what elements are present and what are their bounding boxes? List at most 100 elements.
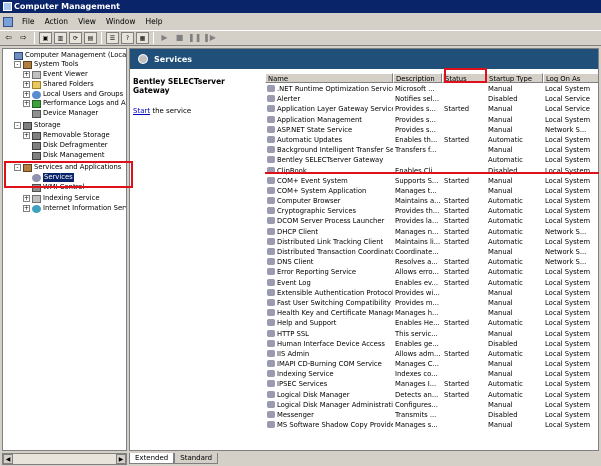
up-one-level-icon[interactable]: ▣	[39, 32, 52, 44]
tree-node[interactable]: + Performance Logs and Alerts	[23, 99, 126, 108]
service-row[interactable]: Application Layer Gateway Service Provide…	[265, 104, 598, 114]
start-service-link[interactable]: Start	[133, 107, 150, 115]
show-hide-tree-icon[interactable]: ▥	[54, 32, 67, 44]
service-logon-cell: Local System	[545, 166, 591, 175]
menu-action[interactable]: Action	[40, 17, 74, 26]
start-service-icon[interactable]: ▶	[158, 32, 171, 44]
service-row[interactable]: Application Management Provides s... Manua…	[265, 115, 598, 125]
service-row[interactable]: IMAPI CD-Burning COM Service Manages C...…	[265, 359, 598, 369]
collapse-icon[interactable]: -	[14, 122, 21, 129]
tree-node[interactable]: + Event Viewer	[23, 70, 88, 79]
column-header-startup-type[interactable]: Startup Type	[486, 73, 543, 83]
service-row[interactable]: DNS Client Resolves a... Started Automatic N…	[265, 257, 598, 267]
service-row[interactable]: ASP.NET State Service Provides s... Manual…	[265, 125, 598, 135]
service-row[interactable]: ClipBook Enables Cli... Disabled Local Syst…	[265, 166, 598, 176]
restart-service-icon[interactable]: ❚▶	[203, 32, 216, 44]
service-row[interactable]: IIS Admin Allows adm... Started Automatic Lo…	[265, 349, 598, 359]
tree-node[interactable]: - Storage	[14, 121, 61, 130]
help-icon[interactable]: ?	[121, 32, 134, 44]
expand-icon[interactable]: +	[23, 91, 30, 98]
service-row[interactable]: HTTP SSL This servic... Manual Local System	[265, 329, 598, 339]
gear-icon	[32, 173, 41, 182]
tree-node[interactable]: + Internet Information Services	[23, 204, 126, 213]
view-icon[interactable]: ▦	[136, 32, 149, 44]
service-row[interactable]: Logical Disk Manager Detects an... Started…	[265, 390, 598, 400]
expand-icon[interactable]: +	[23, 81, 30, 88]
service-logon-cell: Local System	[545, 400, 591, 409]
forward-arrow-icon[interactable]: ⇨	[17, 32, 30, 44]
export-list-icon[interactable]: ▤	[84, 32, 97, 44]
tab-extended[interactable]: Extended	[129, 453, 175, 464]
scroll-left-icon[interactable]: ◀	[3, 454, 13, 464]
menu-help[interactable]: Help	[140, 17, 167, 26]
service-row[interactable]: Background Intelligent Transfer Ser... Tr…	[265, 145, 598, 155]
tree-node[interactable]: Disk Defragmenter	[32, 141, 108, 150]
properties-icon[interactable]: ☰	[106, 32, 119, 44]
tree-node[interactable]: + Indexing Service	[23, 194, 100, 203]
expand-icon[interactable]: +	[23, 132, 30, 139]
service-row[interactable]: Error Reporting Service Allows erro... Sta…	[265, 267, 598, 277]
back-arrow-icon[interactable]: ⇦	[2, 32, 15, 44]
tree-node[interactable]: + Removable Storage	[23, 131, 110, 140]
refresh-icon[interactable]: ⟳	[69, 32, 82, 44]
system-menu-icon[interactable]	[3, 16, 13, 27]
service-row[interactable]: DCOM Server Process Launcher Provides la.…	[265, 216, 598, 226]
tab-standard[interactable]: Standard	[174, 453, 219, 464]
service-description-cell: Maintains li...	[395, 237, 441, 246]
pause-service-icon[interactable]: ❚❚	[188, 32, 201, 44]
service-row[interactable]: MS Software Shadow Copy Provider Manages …	[265, 420, 598, 430]
service-status-cell	[442, 94, 486, 104]
tree-node[interactable]: Services	[32, 173, 74, 182]
tree-node[interactable]: + Local Users and Groups	[23, 90, 123, 99]
menu-view[interactable]: View	[73, 17, 101, 26]
service-row[interactable]: Health Key and Certificate Managem...Man…	[265, 308, 598, 318]
service-name: ASP.NET State Service	[277, 125, 353, 134]
column-header-description[interactable]: Description	[393, 73, 442, 83]
service-gear-icon	[267, 288, 275, 296]
service-row[interactable]: Event Log Enables ev... Started Automatic Lo…	[265, 278, 598, 288]
tree-node[interactable]: - Services and Applications	[14, 163, 121, 172]
service-row[interactable]: Fast User Switching Compatibility Provide…	[265, 298, 598, 308]
tree-node[interactable]: WMI Control	[32, 183, 84, 192]
service-row[interactable]: Cryptographic Services Provides th... Star…	[265, 206, 598, 216]
service-row[interactable]: COM+ Event System Supports S... Started Man…	[265, 176, 598, 186]
column-header-log-on-as[interactable]: Log On As	[543, 73, 598, 83]
menu-file[interactable]: File	[17, 17, 40, 26]
collapse-icon[interactable]: -	[14, 164, 21, 171]
stop-service-icon[interactable]: ■	[173, 32, 186, 44]
service-row[interactable]: Alerter Notifies sel... Disabled Local Serv…	[265, 94, 598, 104]
service-name: Application Layer Gateway Service	[277, 105, 393, 114]
service-row[interactable]: Bentley SELECTserver Gateway Automatic Loc…	[265, 155, 598, 165]
tree-node[interactable]: Disk Management	[32, 151, 105, 160]
service-row[interactable]: Logical Disk Manager Administrative ...C…	[265, 400, 598, 410]
tree-horizontal-scrollbar[interactable]: ◀ ▶	[2, 453, 127, 465]
column-header-name[interactable]: Name	[265, 73, 393, 83]
service-row[interactable]: COM+ System Application Manages t... Manua…	[265, 186, 598, 196]
tree-node[interactable]: + Shared Folders	[23, 80, 94, 89]
expand-icon[interactable]: +	[23, 71, 30, 78]
tree-node[interactable]: Device Manager	[32, 109, 98, 118]
service-row[interactable]: Distributed Transaction Coordinator Coord…	[265, 247, 598, 257]
tree-node[interactable]: Computer Management (Local)	[14, 51, 126, 60]
menu-window[interactable]: Window	[101, 17, 141, 26]
expand-icon[interactable]: +	[23, 205, 30, 212]
service-row[interactable]: Help and Support Enables He... Started Auto…	[265, 318, 598, 328]
expand-icon[interactable]: +	[23, 195, 30, 202]
service-row[interactable]: Computer Browser Maintains a... Started Aut…	[265, 196, 598, 206]
service-row[interactable]: Distributed Link Tracking Client Maintain…	[265, 237, 598, 247]
column-header-status[interactable]: Status	[442, 73, 486, 83]
tree-node[interactable]: - System Tools	[14, 60, 78, 69]
service-row[interactable]: .NET Runtime Optimization Service v...Mi…	[265, 84, 598, 94]
expand-icon[interactable]: +	[23, 100, 30, 107]
service-row[interactable]: Indexing Service Indexes co... Manual Local…	[265, 369, 598, 379]
service-row[interactable]: DHCP Client Manages n... Started Automatic N…	[265, 227, 598, 237]
service-row[interactable]: Extensible Authentication Protocol S...P…	[265, 288, 598, 298]
service-row[interactable]: Human Interface Device Access Enables ge.…	[265, 339, 598, 349]
service-row[interactable]: IPSEC Services Manages I... Started Automat…	[265, 379, 598, 389]
service-row[interactable]: Automatic Updates Enables th... Started Aut…	[265, 135, 598, 145]
service-description-cell: Enables Cli...	[395, 166, 439, 175]
service-gear-icon	[267, 146, 275, 154]
collapse-icon[interactable]: -	[14, 61, 21, 68]
scroll-right-icon[interactable]: ▶	[116, 454, 126, 464]
service-row[interactable]: Messenger Transmits ... Disabled Local Syst…	[265, 410, 598, 420]
